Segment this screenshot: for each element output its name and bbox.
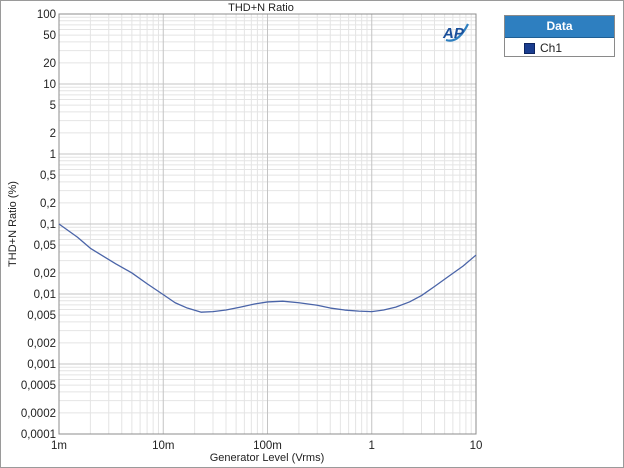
y-tick-label: 0,5 — [40, 170, 56, 182]
y-tick-label: 0,05 — [34, 240, 56, 252]
y-axis-title: THD+N Ratio (%) — [7, 181, 19, 267]
y-tick-label: 100 — [37, 9, 56, 21]
y-tick-label: 0,001 — [27, 359, 56, 371]
legend-swatch — [524, 42, 535, 54]
legend-item-ch1[interactable]: Ch1 — [505, 38, 614, 58]
legend-item-label: Ch1 — [540, 41, 563, 55]
y-tick-label: 1 — [50, 149, 56, 161]
y-tick-label: 10 — [43, 79, 56, 91]
y-tick-label: 5 — [50, 100, 56, 112]
y-tick-labels: 100 50 20 10 5 2 1 0,5 0,2 0,1 0,05 0,02 0,01 0,005 0,… — [21, 9, 56, 441]
ap-logo-text: AP — [442, 25, 465, 42]
y-tick-label: 0,002 — [27, 338, 56, 350]
x-tick-label: 10m — [152, 440, 174, 452]
y-tick-label: 50 — [43, 30, 56, 42]
y-tick-label: 0,0005 — [21, 380, 56, 392]
ap-logo: AP — [442, 23, 469, 42]
chart-title: THD+N Ratio — [228, 2, 294, 14]
y-tick-label: 0,0002 — [21, 408, 56, 420]
y-tick-label: 0,1 — [40, 219, 56, 231]
x-axis-title: Generator Level (Vrms) — [210, 452, 325, 464]
y-tick-label: 0,01 — [34, 289, 56, 301]
x-tick-label: 10 — [470, 440, 483, 452]
x-tick-labels: 1m 10m 100m 1 10 — [51, 440, 482, 452]
x-tick-label: 100m — [253, 440, 282, 452]
x-tick-label: 1 — [369, 440, 375, 452]
y-tick-label: 20 — [43, 58, 56, 70]
legend: Data Ch1 — [504, 15, 615, 57]
y-tick-label: 0,02 — [34, 268, 56, 280]
x-tick-label: 1m — [51, 440, 67, 452]
y-tick-label: 2 — [50, 128, 56, 140]
y-tick-label: 0,0001 — [21, 429, 56, 441]
legend-header: Data — [505, 16, 614, 38]
chart-svg: 1m 10m 100m 1 10 100 50 20 10 5 2 1 0,5 0,2 0,1 0,05 0,… — [7, 2, 482, 464]
y-tick-label: 0,2 — [40, 198, 56, 210]
y-tick-label: 0,005 — [27, 310, 56, 322]
